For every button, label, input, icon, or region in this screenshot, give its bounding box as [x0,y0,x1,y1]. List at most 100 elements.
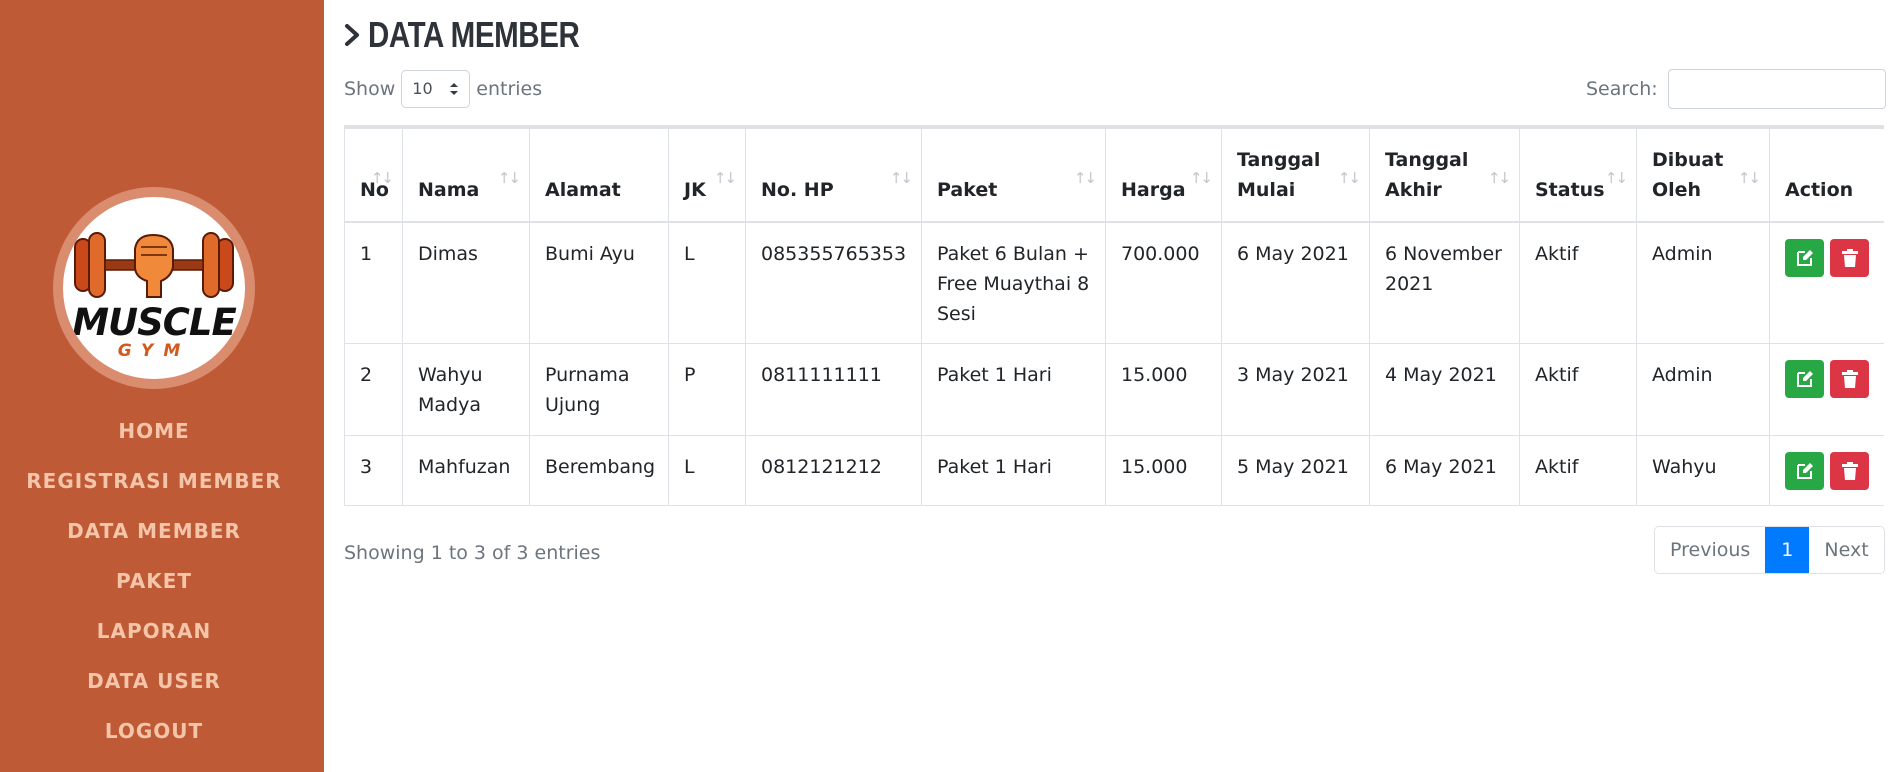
table-row: 3 Mahfuzan Berembang L 0812121212 Paket … [344,435,1884,506]
sort-icon: ↑↓ [1737,168,1761,187]
main-content: DATA MEMBER Show 10 entries Search: No ↑… [344,0,1886,772]
cell-tanggal-mulai: 3 May 2021 [1221,343,1370,436]
column-header-alamat[interactable]: Alamat [529,126,669,223]
cell-alamat: Bumi Ayu [529,221,669,344]
cell-status: Aktif [1519,221,1637,344]
member-table: No ↑↓ Nama ↑↓ Alamat JK ↑↓ No. HP ↑↓ Paket ↑↓… [344,126,1884,506]
sort-icon: ↑↓ [1337,168,1361,187]
delete-button[interactable] [1830,452,1869,490]
sidebar-item-registrasi-member[interactable]: REGISTRASI MEMBER [0,456,308,506]
cell-dibuat-oleh: Admin [1636,343,1770,436]
sort-icon: ↑↓ [889,168,913,187]
cell-jk: P [668,343,746,436]
trash-icon [1841,248,1858,267]
cell-dibuat-oleh: Admin [1636,221,1770,344]
delete-button[interactable] [1830,360,1869,398]
edit-button[interactable] [1785,360,1824,398]
table-row: 2 Wahyu Madya Purnama Ujung P 0811111111… [344,343,1884,436]
sort-icon: ↑↓ [1604,168,1628,187]
edit-icon [1796,371,1813,387]
sort-icon: ↑↓ [497,168,521,187]
column-header-harga[interactable]: Harga ↑↓ [1105,126,1222,223]
table-header-row: No ↑↓ Nama ↑↓ Alamat JK ↑↓ No. HP ↑↓ Paket ↑↓… [344,126,1884,223]
table-search: Search: [1586,69,1886,109]
sort-icon: ↑↓ [370,168,394,187]
cell-status: Aktif [1519,435,1637,506]
cell-harga: 15.000 [1105,343,1222,436]
logo-badge: MUSCLE GYM [63,197,245,379]
pagination: Previous 1 Next [1654,526,1885,574]
sidebar-item-paket[interactable]: PAKET [0,556,308,606]
cell-action [1769,343,1884,436]
pagination-previous[interactable]: Previous [1655,527,1766,573]
edit-button[interactable] [1785,452,1824,490]
brand-logo[interactable]: MUSCLE GYM [53,187,255,389]
cell-jk: L [668,435,746,506]
page-title-text: DATA MEMBER [368,14,580,55]
cell-paket: Paket 1 Hari [921,435,1106,506]
cell-tanggal-mulai: 5 May 2021 [1221,435,1370,506]
pagination-page-1[interactable]: 1 [1765,527,1810,573]
sidebar-item-data-user[interactable]: DATA USER [0,656,308,706]
cell-no: 1 [344,221,403,344]
cell-no-hp: 0811111111 [745,343,922,436]
column-header-no[interactable]: No ↑↓ [344,126,403,223]
show-label: Show [344,78,396,100]
cell-tanggal-mulai: 6 May 2021 [1221,221,1370,344]
cell-paket: Paket 1 Hari [921,343,1106,436]
edit-icon [1796,463,1813,479]
trash-icon [1841,462,1858,480]
cell-harga: 15.000 [1105,435,1222,506]
cell-no: 3 [344,435,403,506]
cell-action [1769,221,1884,344]
edit-icon [1796,249,1813,266]
column-header-status[interactable]: Status ↑↓ [1519,126,1637,223]
cell-harga: 700.000 [1105,221,1222,344]
column-header-no-hp[interactable]: No. HP ↑↓ [745,126,922,223]
sidebar-item-data-member[interactable]: DATA MEMBER [0,506,308,556]
delete-button[interactable] [1830,238,1869,277]
column-header-action: Action [1769,126,1884,223]
cell-tanggal-akhir: 4 May 2021 [1369,343,1520,436]
column-header-nama[interactable]: Nama ↑↓ [402,126,530,223]
cell-tanggal-akhir: 6 May 2021 [1369,435,1520,506]
entries-length-value: 10 [412,79,433,98]
cell-alamat: Purnama Ujung [529,343,669,436]
search-input[interactable] [1667,69,1886,109]
pagination-next[interactable]: Next [1809,527,1884,573]
column-header-tanggal-mulai[interactable]: Tanggal Mulai ↑↓ [1221,126,1370,223]
cell-dibuat-oleh: Wahyu [1636,435,1770,506]
entries-label: entries [476,78,543,100]
sidebar: MUSCLE GYM HOME REGISTRASI MEMBER DATA M… [0,0,324,772]
column-header-jk[interactable]: JK ↑↓ [668,126,746,223]
select-arrows-icon [450,83,459,95]
table-row: 1 Dimas Bumi Ayu L 085355765353 Paket 6 … [344,221,1884,344]
cell-no-hp: 0812121212 [745,435,922,506]
chevron-right-icon [345,24,359,46]
entries-length-control: Show 10 entries [344,70,542,108]
cell-nama: Mahfuzan [402,435,530,506]
trash-icon [1841,370,1858,388]
sidebar-nav: HOME REGISTRASI MEMBER DATA MEMBER PAKET… [0,406,308,756]
sidebar-item-logout[interactable]: LOGOUT [0,706,308,756]
column-header-tanggal-akhir[interactable]: Tanggal Akhir ↑↓ [1369,126,1520,223]
sidebar-item-home[interactable]: HOME [0,406,308,456]
cell-status: Aktif [1519,343,1637,436]
entries-length-select[interactable]: 10 [401,70,471,108]
cell-nama: Dimas [402,221,530,344]
cell-paket: Paket 6 Bulan + Free Muaythai 8 Sesi [921,221,1106,344]
column-header-dibuat-oleh[interactable]: Dibuat Oleh ↑↓ [1636,126,1770,223]
member-table-container: No ↑↓ Nama ↑↓ Alamat JK ↑↓ No. HP ↑↓ Paket ↑↓… [344,125,1884,523]
sidebar-item-laporan[interactable]: LAPORAN [0,606,308,656]
cell-alamat: Berembang [529,435,669,506]
search-label: Search: [1586,78,1658,100]
cell-no-hp: 085355765353 [745,221,922,344]
edit-button[interactable] [1785,238,1824,277]
cell-tanggal-akhir: 6 November 2021 [1369,221,1520,344]
logo-subtitle: GYM [117,341,191,361]
sort-icon: ↑↓ [1189,168,1213,187]
column-header-paket[interactable]: Paket ↑↓ [921,126,1106,223]
cell-jk: L [668,221,746,344]
cell-nama: Wahyu Madya [402,343,530,436]
table-info: Showing 1 to 3 of 3 entries [344,542,601,564]
